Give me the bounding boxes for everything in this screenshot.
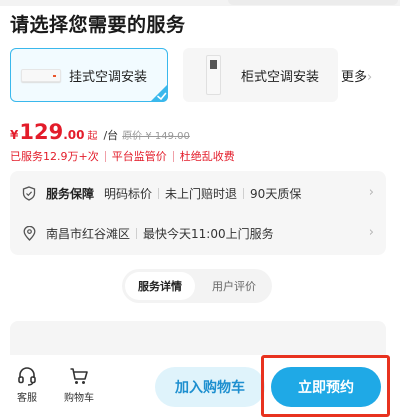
wall-ac-image (19, 55, 63, 95)
chevron-right-icon: › (367, 70, 373, 85)
divider (136, 227, 138, 239)
divider (172, 150, 174, 162)
location-eta: 最快今天11:00上门服务 (143, 226, 274, 241)
service-info-box: 服务保障 明码标价 未上门赔时退 90天质保 › 南昌市红谷滩区 最快今天11:… (10, 171, 386, 255)
detail-tabs: 服务详情 用户评价 (122, 269, 272, 303)
divider (158, 187, 160, 199)
more-label: 更多 (341, 70, 368, 85)
shield-icon (20, 184, 38, 202)
customer-service-label: 客服 (17, 393, 37, 404)
book-now-button[interactable]: 立即预约 (271, 367, 381, 407)
service-option-label: 挂式空调安装 (69, 69, 148, 85)
cart-button[interactable]: 购物车 (57, 366, 101, 404)
guarantee-item: 未上门赔时退 (165, 186, 238, 201)
tag-no-extra-fees: 杜绝乱收费 (179, 150, 235, 163)
original-price: 原价 ¥ 149.00 (122, 131, 190, 142)
service-tags: 已服务12.9万+次 平台监管价 杜绝乱收费 (10, 148, 235, 164)
top-strip (0, 0, 400, 6)
guarantee-item: 明码标价 (104, 186, 153, 201)
top-pill (228, 0, 398, 5)
customer-service-button[interactable]: 客服 (12, 366, 42, 404)
page-title: 请选择您需要的服务 (10, 14, 186, 36)
price-decimal: .00 (63, 128, 85, 142)
more-services-link[interactable]: 更多› (341, 66, 372, 85)
chevron-right-icon: › (368, 225, 374, 240)
tag-served-count: 已服务12.9万+次 (10, 150, 99, 163)
chevron-right-icon: › (368, 185, 374, 200)
floor-ac-image (191, 55, 235, 95)
price-currency: ¥ (10, 128, 19, 142)
tab-service-details[interactable]: 服务详情 (125, 272, 195, 300)
add-to-cart-button[interactable]: 加入购物车 (155, 367, 265, 407)
guarantee-row[interactable]: 服务保障 明码标价 未上门赔时退 90天质保 › (20, 175, 376, 211)
cart-label: 购物车 (64, 393, 94, 404)
headset-icon (18, 367, 36, 386)
price-row: ¥ 129 .00 起 /台 原价 ¥ 149.00 (10, 120, 190, 144)
guarantee-title: 服务保障 (46, 186, 95, 201)
location-row[interactable]: 南昌市红谷滩区 最快今天11:00上门服务 › (20, 215, 376, 251)
guarantee-item: 90天质保 (250, 186, 302, 201)
selected-check-icon (150, 84, 168, 102)
divider (243, 187, 245, 199)
price-from-label: 起 (87, 131, 98, 142)
price-integer: 129 (19, 120, 64, 144)
service-option-wall-ac[interactable]: 挂式空调安装 (10, 48, 168, 102)
tab-user-reviews[interactable]: 用户评价 (200, 272, 268, 300)
service-options: 挂式空调安装 柜式空调安装 更多› (10, 48, 400, 103)
cart-icon (70, 368, 88, 384)
service-option-floor-ac[interactable]: 柜式空调安装 (183, 48, 338, 102)
price-unit: /台 (103, 129, 119, 142)
service-option-label: 柜式空调安装 (241, 69, 320, 85)
tag-regulated-price: 平台监管价 (111, 150, 167, 163)
location-address: 南昌市红谷滩区 (46, 226, 131, 241)
location-pin-icon (20, 224, 38, 242)
divider (104, 150, 106, 162)
bottom-action-bar: 客服 购物车 加入购物车 立即预约 (0, 355, 400, 417)
